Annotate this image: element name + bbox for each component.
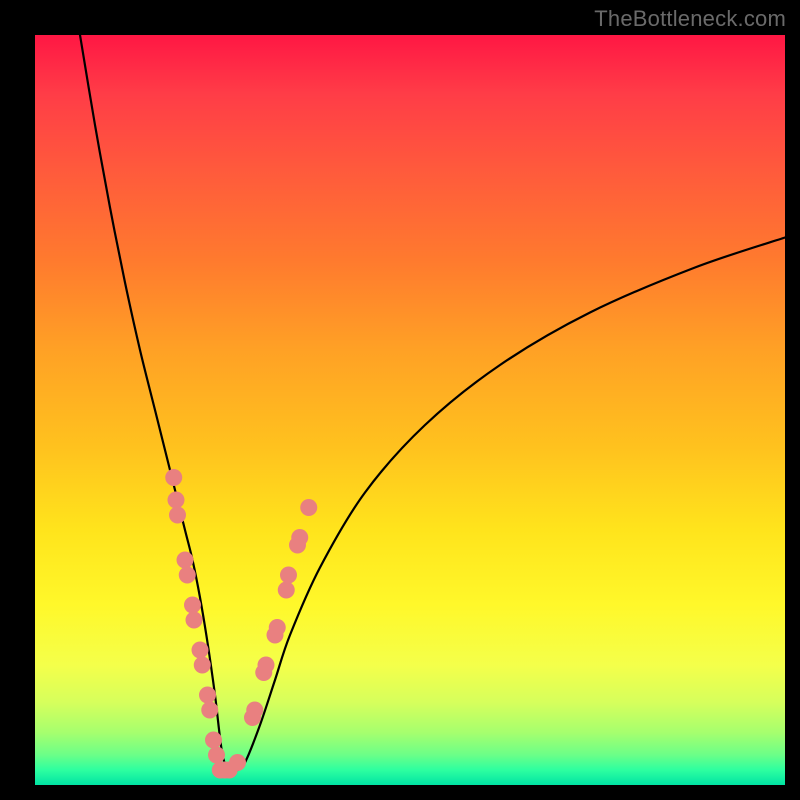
scatter-dot	[201, 702, 218, 719]
scatter-dot	[208, 747, 225, 764]
scatter-dot	[186, 612, 203, 629]
scatter-dot	[300, 499, 317, 516]
scatter-dot	[278, 582, 295, 599]
scatter-dot	[194, 657, 211, 674]
plot-area	[35, 35, 785, 785]
chart-svg	[35, 35, 785, 785]
scatter-dot	[169, 507, 186, 524]
scatter-dot	[280, 567, 297, 584]
scatter-dot	[179, 567, 196, 584]
chart-frame: TheBottleneck.com	[0, 0, 800, 800]
scatter-dot	[269, 619, 286, 636]
scatter-dot	[229, 754, 246, 771]
curve-line	[80, 35, 785, 771]
scatter-dot	[258, 657, 275, 674]
scatter-dot	[184, 597, 201, 614]
scatter-dot	[177, 552, 194, 569]
watermark-text: TheBottleneck.com	[594, 6, 786, 32]
scatter-dot	[205, 732, 222, 749]
scatter-dot	[165, 469, 182, 486]
scatter-dot	[291, 529, 308, 546]
scatter-dot	[199, 687, 216, 704]
scatter-dot	[192, 642, 209, 659]
scatter-dot	[168, 492, 185, 509]
scatter-dot	[246, 702, 263, 719]
